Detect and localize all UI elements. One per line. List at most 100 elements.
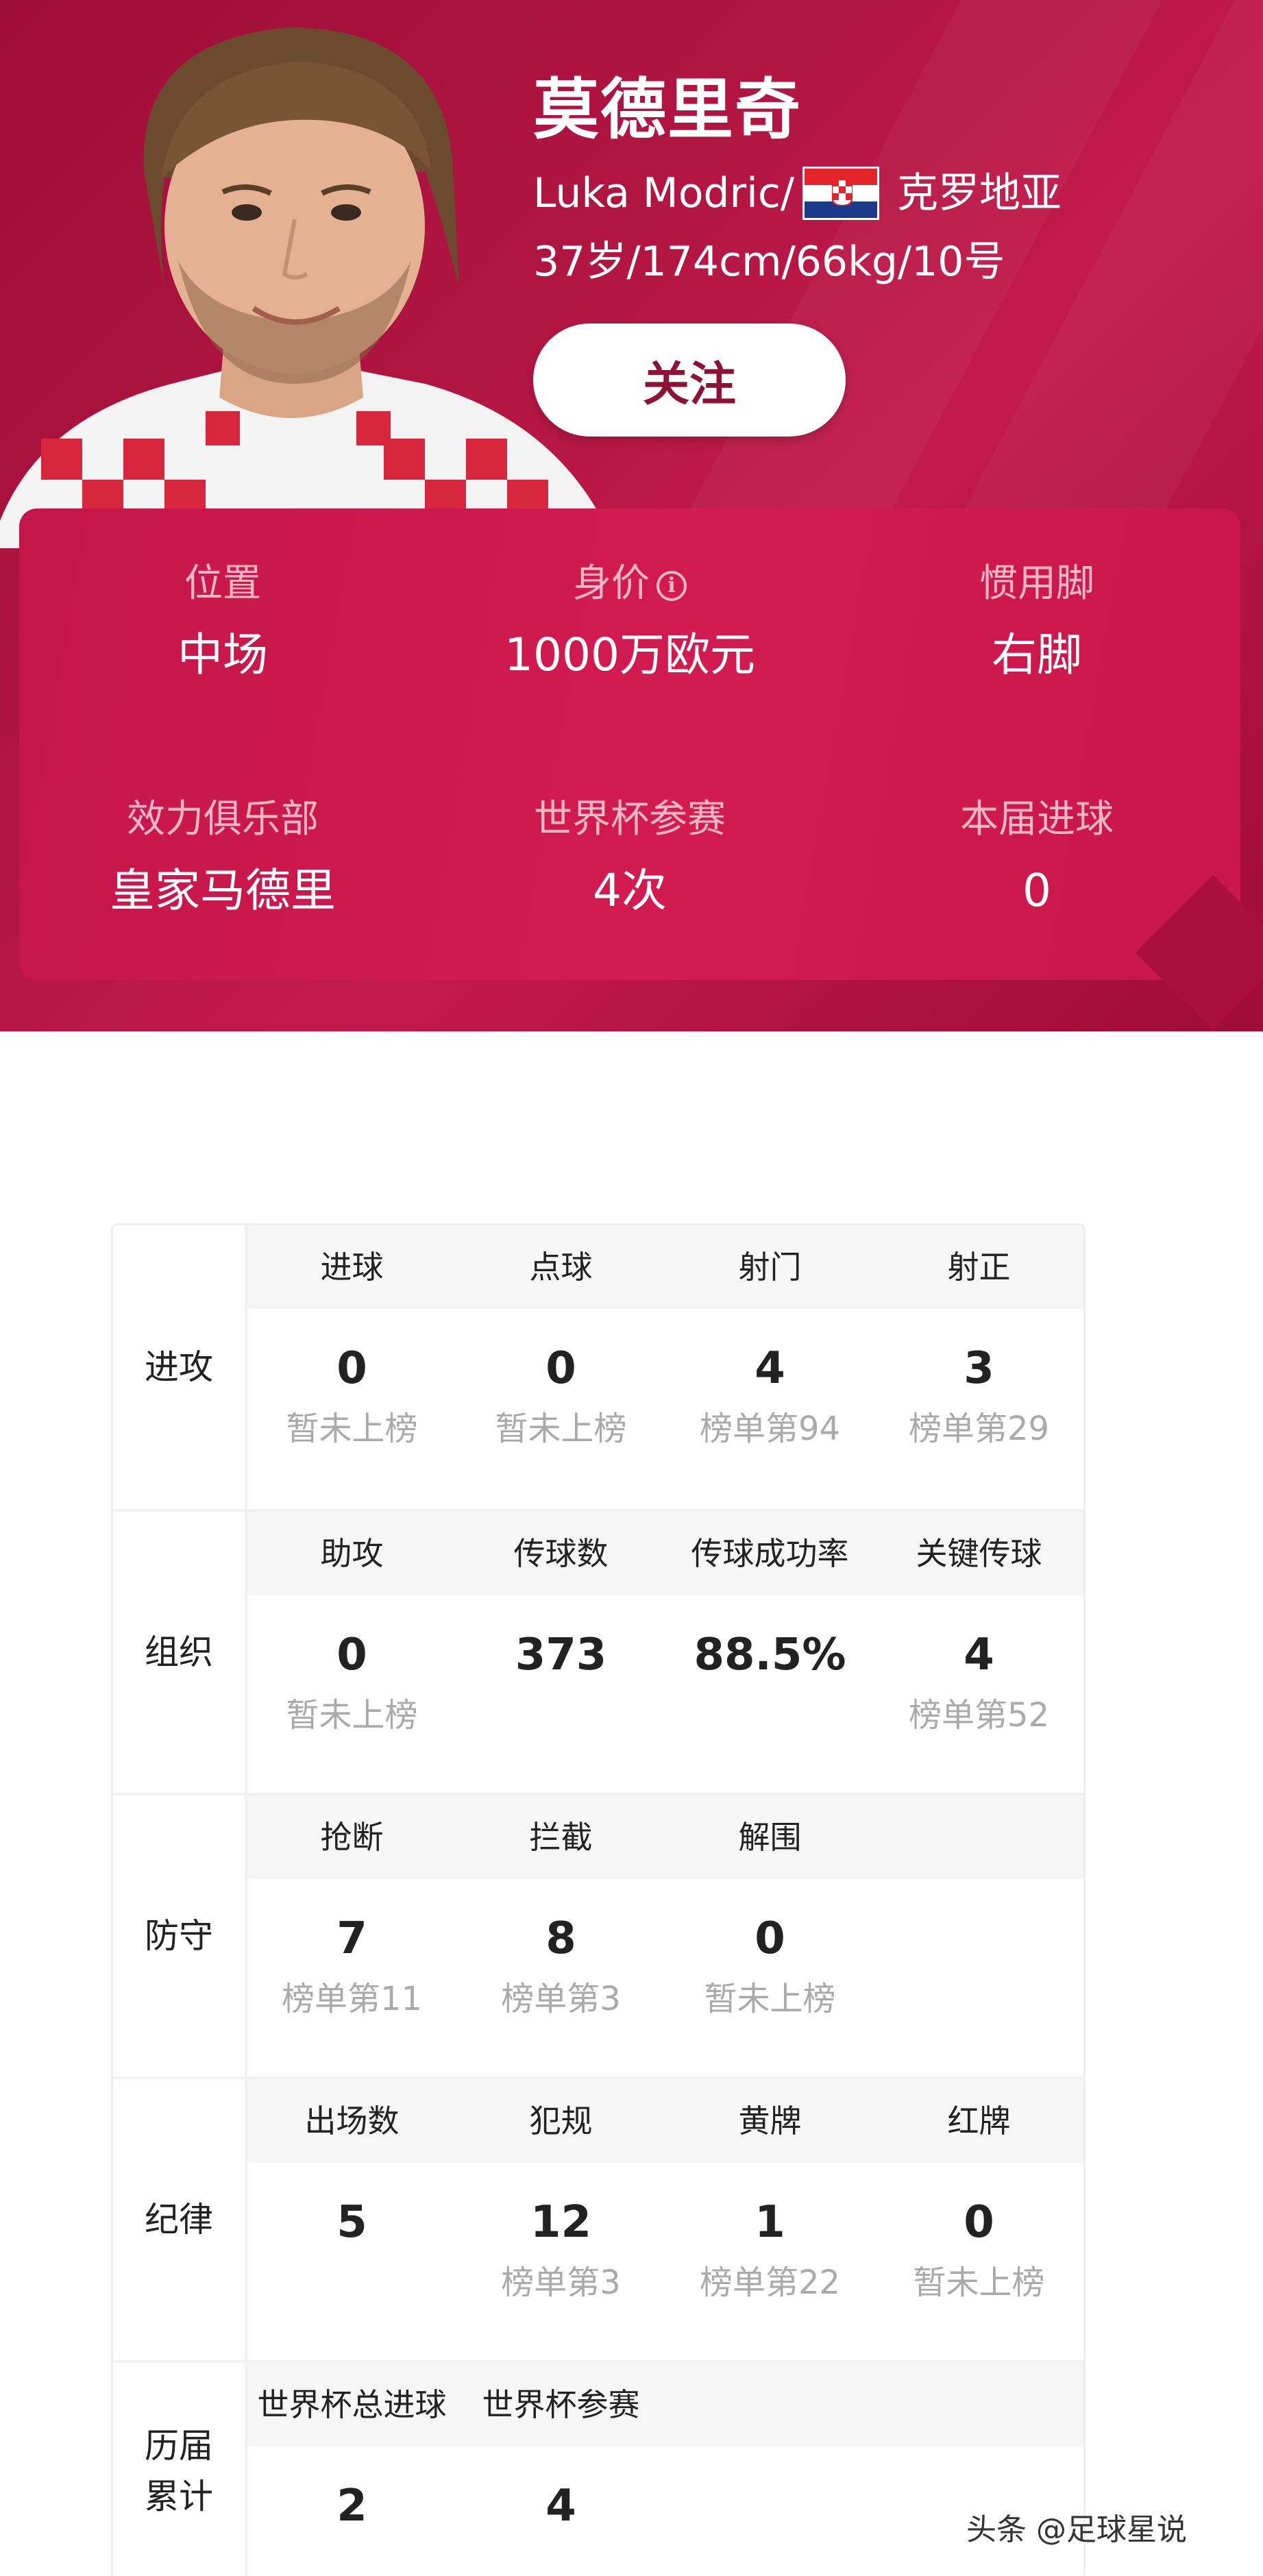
column-header: 世界杯总进球 — [257, 2386, 447, 2423]
summary-label: 世界杯参赛 — [534, 797, 726, 842]
column-header: 进球 — [320, 1249, 384, 1286]
column-header: 出场数 — [304, 2102, 400, 2139]
player-header: 莫德里奇 Luka Modric/ 克罗地亚 37岁/174cm/66kg/10… — [0, 0, 1263, 1031]
summary-label-wrap: 身价 i — [426, 556, 833, 611]
summary-market-value: 身价 i 1000万欧元 — [426, 556, 833, 689]
column-header — [874, 1795, 1083, 1879]
section-title-line: 历届 — [145, 2426, 213, 2466]
stat-value: 4 — [545, 2481, 576, 2531]
column-header: 抢断 — [320, 1819, 384, 1856]
player-info: 莫德里奇 Luka Modric/ 克罗地亚 37岁/174cm/66kg/10… — [533, 65, 1062, 293]
summary-label: 惯用脚 — [979, 561, 1094, 606]
stat-rank: 暂未上榜 — [495, 1410, 627, 1448]
player-country: 克罗地亚 — [897, 169, 1062, 217]
summary-value: 中场 — [177, 628, 268, 681]
section-attack: 进攻 进球 点球 射门 射正 0 暂未上榜 0 暂未上榜 4 榜单第94 3 榜单第29 — [113, 1225, 1083, 1509]
summary-value: 1000万欧元 — [504, 628, 755, 681]
info-circle-icon[interactable]: i — [657, 571, 687, 601]
summary-label: 位置 — [184, 561, 261, 606]
stat-value: 88.5% — [694, 1630, 846, 1680]
column-header: 传球成功率 — [691, 1535, 849, 1572]
value-row: 0 暂未上榜 0 暂未上榜 4 榜单第94 3 榜单第29 — [247, 1309, 1083, 1509]
summary-value: 4次 — [593, 864, 667, 917]
player-name-cn: 莫德里奇 — [533, 71, 802, 148]
column-header: 射门 — [738, 1249, 802, 1286]
summary-label: 身价 — [573, 561, 650, 606]
summary-world-cups: 世界杯参赛 4次 — [426, 792, 833, 925]
stat-cell: 0 暂未上榜 — [247, 1595, 456, 1793]
stat-cell — [874, 1879, 1083, 2076]
stat-value: 0 — [336, 1630, 367, 1680]
stat-cell: 1 榜单第22 — [665, 2163, 874, 2360]
summary-card: 位置 中场 身价 i 1000万欧元 惯用脚 右脚 效力俱乐部 皇家马德里 世界杯… — [19, 508, 1263, 1031]
summary-preferred-foot: 惯用脚 右脚 — [833, 556, 1240, 689]
stat-value: 1 — [755, 2197, 785, 2248]
section-title: 组织 — [113, 1512, 247, 1793]
stat-rank: 榜单第52 — [908, 1696, 1050, 1734]
stat-cell: 373 — [456, 1595, 665, 1793]
header-row: 抢断 拦截 解围 — [247, 1795, 1083, 1879]
stat-rank: 榜单第22 — [699, 2264, 841, 2302]
follow-button[interactable]: 关注 — [533, 323, 846, 437]
section-title-line: 累计 — [145, 2477, 213, 2516]
stat-value: 12 — [530, 2197, 592, 2248]
stat-rank: 暂未上榜 — [913, 2264, 1045, 2302]
stats-table: 进攻 进球 点球 射门 射正 0 暂未上榜 0 暂未上榜 4 榜单第94 3 榜单第29… — [111, 1223, 1086, 2576]
stat-value: 0 — [755, 1913, 785, 1964]
stat-value: 4 — [964, 1630, 994, 1680]
column-header: 解围 — [738, 1819, 802, 1856]
column-header: 射正 — [947, 1249, 1011, 1286]
header-row: 出场数 犯规 黄牌 红牌 — [247, 2079, 1083, 2163]
section-title: 防守 — [113, 1795, 247, 2076]
summary-label: 本届进球 — [960, 797, 1114, 842]
summary-goals-this-edition: 本届进球 0 — [833, 792, 1240, 925]
player-meta: 37岁/174cm/66kg/10号 — [533, 238, 1005, 286]
stat-rank: 榜单第29 — [908, 1410, 1050, 1448]
croatia-flag-icon — [802, 167, 880, 220]
stat-value: 2 — [336, 2481, 367, 2531]
summary-club: 效力俱乐部 皇家马德里 — [19, 792, 426, 925]
section-title: 纪律 — [113, 2079, 247, 2360]
section-title: 历届 累计 — [113, 2363, 247, 2576]
column-header: 黄牌 — [738, 2102, 802, 2139]
stat-cell: 4 榜单第94 — [665, 1309, 874, 1509]
section-title: 进攻 — [113, 1225, 247, 1509]
stat-cell: 4 榜单第52 — [874, 1595, 1083, 1793]
header-row: 助攻 传球数 传球成功率 关键传球 — [247, 1512, 1083, 1595]
value-row: 2 4 — [247, 2446, 1083, 2576]
summary-label: 效力俱乐部 — [127, 797, 319, 842]
section-defence: 防守 抢断 拦截 解围 7 榜单第11 8 榜单第3 0 暂未上榜 — [113, 1793, 1083, 2076]
stat-cell: 0 暂未上榜 — [247, 1309, 456, 1509]
section-discipline: 纪律 出场数 犯规 黄牌 红牌 5 12 榜单第3 1 榜单第22 0 暂未上榜 — [113, 2076, 1083, 2360]
stat-cell: 0 暂未上榜 — [874, 2163, 1083, 2360]
column-header: 关键传球 — [916, 1535, 1042, 1572]
summary-position: 位置 中场 — [19, 556, 426, 689]
value-row: 0 暂未上榜 373 88.5% 4 榜单第52 — [247, 1595, 1083, 1793]
value-row: 5 12 榜单第3 1 榜单第22 0 暂未上榜 — [247, 2163, 1083, 2360]
column-header: 传球数 — [513, 1535, 609, 1572]
stat-rank: 榜单第3 — [501, 1980, 621, 2018]
stat-cell: 7 榜单第11 — [247, 1879, 456, 2076]
stat-cell: 0 暂未上榜 — [665, 1879, 874, 2076]
stat-value: 0 — [964, 2197, 994, 2248]
section-playmaking: 组织 助攻 传球数 传球成功率 关键传球 0 暂未上榜 373 88.5% 4 榜单… — [113, 1509, 1083, 1793]
stat-value: 0 — [336, 1343, 367, 1394]
stat-rank: 暂未上榜 — [286, 1410, 418, 1448]
stat-rank: 榜单第3 — [501, 2264, 621, 2302]
player-origin: Luka Modric/ 克罗地亚 — [533, 162, 1062, 224]
stat-value: 373 — [515, 1630, 607, 1680]
stat-value: 0 — [545, 1343, 576, 1394]
value-row: 7 榜单第11 8 榜单第3 0 暂未上榜 — [247, 1879, 1083, 2076]
stat-cell: 5 — [247, 2163, 456, 2360]
summary-value: 0 — [1022, 864, 1051, 917]
stat-cell: 12 榜单第3 — [456, 2163, 665, 2360]
stat-value: 5 — [336, 2197, 367, 2248]
stat-cell: 88.5% — [665, 1595, 874, 1793]
column-header: 点球 — [529, 1249, 593, 1286]
stat-cell: 2 — [247, 2446, 456, 2576]
stat-value: 7 — [336, 1913, 367, 1964]
summary-value: 皇家马德里 — [110, 864, 336, 917]
header-row: 世界杯总进球 世界杯参赛 — [247, 2363, 1083, 2446]
stat-cell: 0 暂未上榜 — [456, 1309, 665, 1509]
column-header: 犯规 — [529, 2102, 593, 2139]
